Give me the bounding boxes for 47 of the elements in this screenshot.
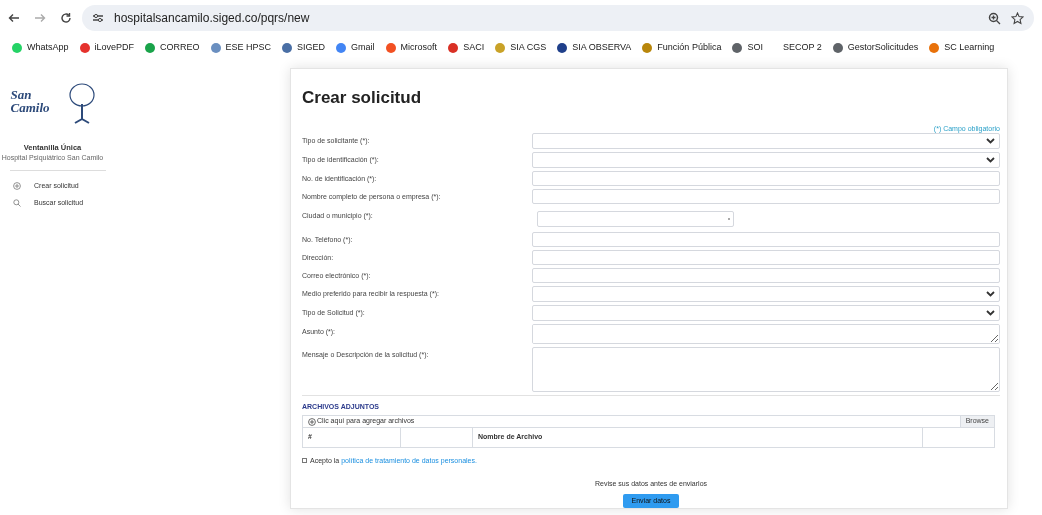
search-icon xyxy=(13,199,21,208)
logo-text: San Camilo xyxy=(10,88,51,114)
bookmark-link[interactable]: WhatsApp xyxy=(27,41,69,55)
select-field[interactable] xyxy=(532,285,1000,302)
plus-circle-icon xyxy=(13,182,21,191)
caret-icon xyxy=(728,217,730,220)
back-arrow-icon[interactable] xyxy=(8,13,20,23)
bookmark-link[interactable]: SIA OBSERVA xyxy=(572,41,632,55)
bookmark-link[interactable]: SACI xyxy=(463,41,485,55)
reload-icon[interactable] xyxy=(60,12,72,24)
chevron-down-icon xyxy=(986,309,995,316)
bookmark-link[interactable]: SECOP 2 xyxy=(782,41,822,55)
plus-circle-icon xyxy=(308,417,316,426)
input-field[interactable] xyxy=(532,249,1000,265)
input-field[interactable] xyxy=(532,267,1000,283)
chevron-down-icon xyxy=(986,290,995,297)
bookmark-link[interactable]: SIA CGS xyxy=(510,41,547,55)
bookmark-link[interactable]: SOI xyxy=(747,41,763,55)
tree-drawing xyxy=(68,82,95,124)
bookmark-link[interactable]: Gmail xyxy=(351,41,375,55)
input-field[interactable] xyxy=(532,231,1000,247)
select-field[interactable] xyxy=(532,132,1000,149)
consent-checkbox[interactable] xyxy=(302,458,307,464)
bookmark-link[interactable]: Función Pública xyxy=(657,41,722,55)
input-field[interactable] xyxy=(532,188,1000,204)
site-settings-icon[interactable] xyxy=(92,13,104,23)
combo-field[interactable] xyxy=(537,210,734,227)
bookmark-link[interactable]: GestorSolicitudes xyxy=(847,41,919,55)
chevron-down-icon xyxy=(986,137,995,144)
chevron-down-icon xyxy=(986,156,995,163)
forward-arrow-icon[interactable] xyxy=(34,13,46,23)
select-field[interactable] xyxy=(532,151,1000,168)
bookmark-link[interactable]: SC Learning xyxy=(944,41,995,55)
bookmark-link[interactable]: Microsoft xyxy=(400,41,438,55)
textarea-field[interactable] xyxy=(532,323,1000,344)
bookmark-star-icon[interactable] xyxy=(1011,11,1024,25)
form-title: Crear solicitud xyxy=(302,87,423,109)
bookmark-link[interactable]: CORREO xyxy=(160,41,200,55)
bookmark-link[interactable]: ESE HPSC xyxy=(225,41,272,55)
bookmark-link[interactable]: SIGED xyxy=(297,41,326,55)
url-text: hospitalsancamilo.siged.co/pqrs/new xyxy=(114,10,311,27)
textarea-field[interactable] xyxy=(532,346,1000,392)
bookmark-link[interactable]: iLovePDF xyxy=(94,41,135,55)
zoom-icon[interactable] xyxy=(988,11,1001,25)
address-bar[interactable]: hospitalsancamilo.siged.co/pqrs/new xyxy=(82,5,1034,31)
select-field[interactable] xyxy=(532,304,1000,321)
input-field[interactable] xyxy=(532,170,1000,186)
